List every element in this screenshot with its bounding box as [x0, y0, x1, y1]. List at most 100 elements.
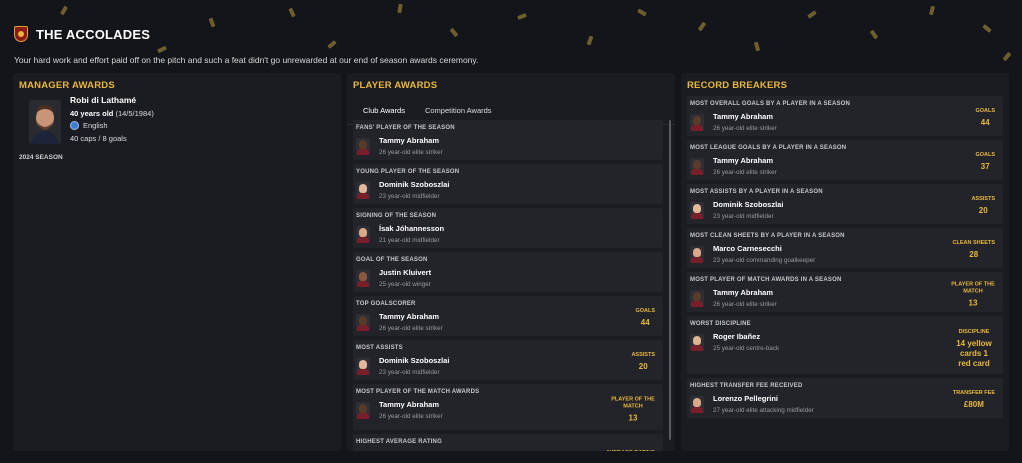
player-avatar[interactable] — [690, 157, 704, 175]
stat-value: 44 — [980, 117, 990, 127]
player-name[interactable]: Marco Carnesecchi — [713, 244, 815, 253]
player-name[interactable]: Tammy Abraham — [379, 136, 443, 145]
player-avatar[interactable] — [356, 137, 370, 155]
player-description: 25 year-old winger — [379, 281, 431, 288]
award-winner: Dominik Szoboszlai 23 year-old midfielder — [690, 200, 997, 220]
player-description: 23 year-old midfielder — [379, 369, 440, 376]
stat-value: 28 — [969, 249, 979, 259]
player-avatar[interactable] — [690, 333, 704, 351]
award-card[interactable]: FANS' PLAYER OF THE SEASON Tammy Abraham 2… — [353, 120, 663, 160]
award-card[interactable]: HIGHEST AVERAGE RATINGTammy Abraham26 ye… — [353, 434, 663, 451]
nation-flag-icon — [70, 121, 79, 130]
player-name[interactable]: Dominik Szoboszlai — [379, 356, 449, 365]
award-label: MOST PLAYER OF THE MATCH AWARDS — [356, 389, 480, 395]
award-card[interactable]: MOST CLEAN SHEETS BY A PLAYER IN A SEASO… — [687, 228, 1003, 268]
award-label: MOST CLEAN SHEETS BY A PLAYER IN A SEASO… — [690, 233, 845, 239]
stat-value: 13 — [968, 298, 978, 308]
stat-label: AVERAGE RATING — [606, 450, 655, 451]
player-avatar[interactable] — [356, 269, 370, 287]
stat-label: GOALS — [975, 108, 995, 115]
player-description: 26 year-old elite striker — [713, 169, 777, 176]
player-description: 26 year-old elite striker — [379, 413, 443, 420]
award-stat: TRANSFER FEE £80M — [953, 390, 995, 410]
award-card[interactable]: WORST DISCIPLINE Roger Ibañez 25 year-old … — [687, 316, 1003, 374]
award-winner: Dominik Szoboszlai 23 year-old midfielder — [356, 356, 657, 376]
award-winner: Lorenzo Pellegrini 27 year-old elite atta… — [690, 394, 997, 414]
page-title: THE ACCOLADES — [36, 26, 151, 42]
player-avatar[interactable] — [356, 401, 370, 419]
player-name[interactable]: Roger Ibañez — [713, 332, 779, 341]
stat-value: 14 yellow cards 1 red card — [956, 338, 992, 368]
stat-value: 20 — [638, 361, 648, 371]
player-avatar[interactable] — [690, 201, 704, 219]
award-winner: Tammy Abraham 26 year-old elite striker — [690, 112, 997, 132]
award-stat: PLAYER OF THE MATCH 13 — [611, 396, 655, 423]
record-breakers-title: RECORD BREAKERS — [687, 80, 788, 91]
player-avatar[interactable] — [690, 245, 704, 263]
award-card[interactable]: HIGHEST TRANSFER FEE RECEIVED Lorenzo Pel… — [687, 378, 1003, 418]
award-stat: ASSISTS 20 — [971, 196, 995, 216]
player-name[interactable]: Tammy Abraham — [379, 450, 443, 451]
player-name[interactable]: Lorenzo Pellegrini — [713, 394, 814, 403]
player-name[interactable]: Ísak Jóhannesson — [379, 224, 444, 233]
club-crest-icon — [14, 26, 28, 42]
award-winner: Ísak Jóhannesson 21 year-old midfielder — [356, 224, 657, 244]
player-avatar[interactable] — [356, 225, 370, 243]
award-card[interactable]: TOP GOALSCORER Tammy Abraham 26 year-old e… — [353, 296, 663, 336]
award-label: MOST ASSISTS BY A PLAYER IN A SEASON — [690, 189, 823, 195]
player-name[interactable]: Dominik Szoboszlai — [379, 180, 449, 189]
award-card[interactable]: MOST ASSISTS Dominik Szoboszlai 23 year-ol… — [353, 340, 663, 380]
player-avatar[interactable] — [356, 313, 370, 331]
manager-avatar[interactable] — [29, 100, 61, 144]
award-label: MOST OVERALL GOALS BY A PLAYER IN A SEAS… — [690, 101, 851, 107]
player-avatar[interactable] — [690, 113, 704, 131]
player-avatar[interactable] — [690, 289, 704, 307]
page-header: THE ACCOLADES — [14, 26, 150, 42]
player-name[interactable]: Tammy Abraham — [713, 156, 777, 165]
player-description: 23 year-old commanding goalkeeper — [713, 257, 816, 264]
record-breakers-list: MOST OVERALL GOALS BY A PLAYER IN A SEAS… — [687, 96, 1003, 422]
award-card[interactable]: MOST PLAYER OF THE MATCH AWARDS Tammy Abr… — [353, 384, 663, 430]
player-name[interactable]: Dominik Szoboszlai — [713, 200, 783, 209]
award-label: MOST LEAGUE GOALS BY A PLAYER IN A SEASO… — [690, 145, 847, 151]
award-label: SIGNING OF THE SEASON — [356, 213, 437, 219]
player-awards-title: PLAYER AWARDS — [353, 80, 438, 91]
award-card[interactable]: MOST LEAGUE GOALS BY A PLAYER IN A SEASO… — [687, 140, 1003, 180]
award-stat: DISCIPLINE 14 yellow cards 1 red card — [953, 329, 995, 369]
player-description: 23 year-old midfielder — [379, 193, 440, 200]
award-card[interactable]: SIGNING OF THE SEASON Ísak Jóhannesson 21 … — [353, 208, 663, 248]
scrollbar[interactable] — [669, 120, 671, 440]
stat-label: PLAYER OF THE MATCH — [951, 281, 995, 295]
stat-value: 37 — [980, 161, 990, 171]
player-name[interactable]: Tammy Abraham — [379, 400, 443, 409]
manager-name[interactable]: Robi di Lathamé — [70, 95, 136, 105]
award-card[interactable]: GOAL OF THE SEASON Justin Kluivert 25 year… — [353, 252, 663, 292]
award-stat: ASSISTS 20 — [631, 352, 655, 372]
stat-value: 13 — [628, 413, 638, 423]
player-description: 26 year-old elite striker — [713, 125, 777, 132]
player-name[interactable]: Tammy Abraham — [379, 312, 443, 321]
stat-value: 44 — [640, 317, 650, 327]
manager-age: 40 years old (14/5/1984) — [70, 109, 154, 118]
player-avatar[interactable] — [690, 395, 704, 413]
award-card[interactable]: YOUNG PLAYER OF THE SEASON Dominik Szobos… — [353, 164, 663, 204]
stat-label: ASSISTS — [971, 196, 995, 203]
player-name[interactable]: Tammy Abraham — [713, 288, 777, 297]
player-name[interactable]: Justin Kluivert — [379, 268, 431, 277]
award-label: WORST DISCIPLINE — [690, 321, 751, 327]
player-description: 27 year-old elite attacking midfielder — [713, 407, 814, 414]
award-card[interactable]: MOST PLAYER OF MATCH AWARDS IN A SEASON T… — [687, 272, 1003, 312]
player-avatar[interactable] — [356, 357, 370, 375]
player-awards-list: FANS' PLAYER OF THE SEASON Tammy Abraham 2… — [353, 120, 663, 451]
award-winner: Tammy Abraham 26 year-old elite striker — [690, 156, 997, 176]
award-card[interactable]: MOST ASSISTS BY A PLAYER IN A SEASON Domi… — [687, 184, 1003, 224]
award-label: HIGHEST AVERAGE RATING — [356, 439, 442, 445]
stat-label: PLAYER OF THE MATCH — [611, 396, 655, 410]
season-label: 2024 SEASON — [19, 154, 63, 161]
stat-label: CLEAN SHEETS — [952, 240, 995, 247]
player-description: 26 year-old elite striker — [379, 325, 443, 332]
award-card[interactable]: MOST OVERALL GOALS BY A PLAYER IN A SEAS… — [687, 96, 1003, 136]
award-winner: Marco Carnesecchi 23 year-old commanding … — [690, 244, 997, 264]
player-name[interactable]: Tammy Abraham — [713, 112, 777, 121]
player-avatar[interactable] — [356, 181, 370, 199]
